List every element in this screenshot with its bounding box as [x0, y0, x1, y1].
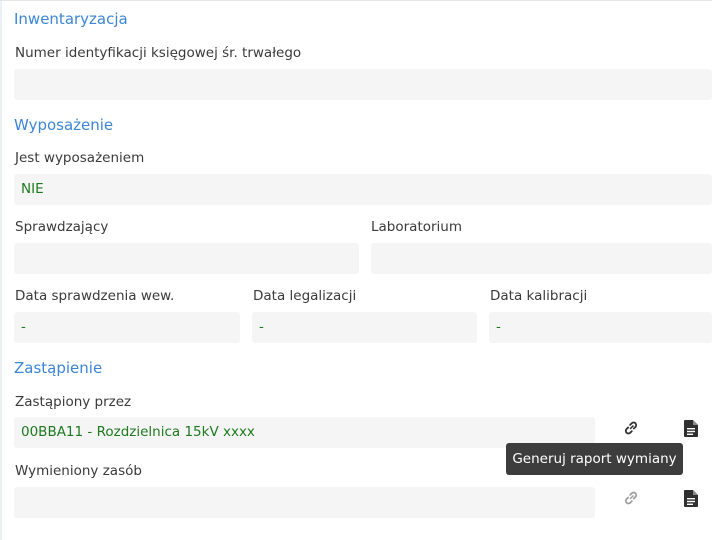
checker-field[interactable]: [14, 243, 359, 274]
replaced-resource-label: Wymieniony zasób: [15, 463, 142, 479]
section-title-replacement: Zastąpienie: [14, 359, 103, 377]
left-edge-divider: [0, 0, 2, 540]
section-title-inventory: Inwentaryzacja: [14, 10, 128, 28]
internal-check-date-field[interactable]: -: [14, 312, 240, 343]
is-equipment-label: Jest wyposażeniem: [15, 150, 145, 166]
account-id-label: Numer identyfikacji księgowej śr. trwałe…: [15, 45, 302, 61]
is-equipment-field[interactable]: NIE: [14, 174, 712, 205]
legalization-date-field[interactable]: -: [252, 312, 477, 343]
account-id-field[interactable]: [14, 69, 712, 100]
calibration-date-label: Data kalibracji: [490, 288, 588, 304]
top-divider: [0, 0, 712, 1]
document-icon[interactable]: [679, 416, 703, 440]
generate-report-tooltip: Generuj raport wymiany: [506, 443, 683, 475]
section-title-equipment: Wyposażenie: [14, 116, 114, 134]
laboratory-field[interactable]: [371, 243, 712, 274]
internal-check-date-label: Data sprawdzenia wew.: [15, 288, 175, 304]
legalization-date-label: Data legalizacji: [253, 288, 357, 304]
laboratory-label: Laboratorium: [371, 219, 463, 235]
link-icon[interactable]: [619, 416, 643, 440]
replaced-by-label: Zastąpiony przez: [15, 394, 132, 410]
checker-label: Sprawdzający: [15, 219, 109, 235]
calibration-date-field[interactable]: -: [489, 312, 712, 343]
link-icon-disabled: [619, 486, 643, 510]
document-icon-2[interactable]: [679, 486, 703, 510]
replaced-resource-field[interactable]: [14, 487, 595, 518]
